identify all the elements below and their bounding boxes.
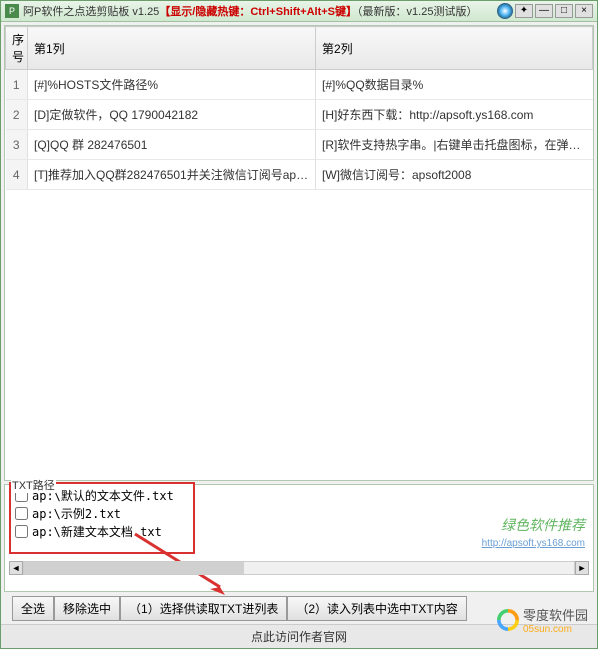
main-table[interactable]: 序号 第1列 第2列 1[#]%HOSTS文件路径%[#]%QQ数据目录%2[D… (5, 26, 593, 190)
txt-list-item[interactable]: ap:\新建文本文档.txt (15, 522, 189, 540)
app-icon: P (5, 4, 19, 18)
row-col1: [#]%HOSTS文件路径% (28, 70, 316, 100)
scroll-right-icon[interactable]: ► (575, 561, 589, 575)
promo-link[interactable]: http://apsoft.ys168.com (482, 538, 585, 549)
col-header-1[interactable]: 第1列 (28, 27, 316, 70)
qq-icon[interactable] (497, 3, 513, 19)
table-row[interactable]: 2[D]定做软件，QQ 1790042182[H]好东西下载：http://ap… (6, 100, 593, 130)
row-col1: [T]推荐加入QQ群282476501并关注微信订阅号apsoft2008 (28, 160, 316, 190)
row-idx: 3 (6, 130, 28, 160)
select-all-button[interactable]: 全选 (12, 596, 54, 621)
window-title: 阿P软件之点选剪贴板 v1.25【显示/隐藏热键：Ctrl+Shift+Alt+… (23, 3, 497, 19)
main-table-container: 序号 第1列 第2列 1[#]%HOSTS文件路径%[#]%QQ数据目录%2[D… (4, 25, 594, 481)
row-col2: [R]软件支持热字串。|右键单击托盘图标，在弹出菜单中点选 (316, 130, 593, 160)
minimize-button[interactable]: — (535, 4, 553, 18)
scroll-track[interactable] (23, 561, 575, 575)
promo-title: 绿色软件推荐 (482, 515, 585, 535)
txt-path-label: TXT路径 (11, 477, 56, 493)
row-col2: [W]微信订阅号：apsoft2008 (316, 160, 593, 190)
bottom-panel: TXT路径 ap:\默认的文本文件.txtap:\示例2.txtap:\新建文本… (4, 484, 594, 592)
watermark-logo-icon (497, 609, 519, 631)
row-idx: 2 (6, 100, 28, 130)
choose-txt-button[interactable]: （1）选择供读取TXT进列表 (120, 596, 287, 621)
table-row[interactable]: 1[#]%HOSTS文件路径%[#]%QQ数据目录% (6, 70, 593, 100)
row-idx: 4 (6, 160, 28, 190)
h-scrollbar[interactable]: ◄ ► (9, 561, 589, 575)
watermark-url: 05sun.com (523, 624, 588, 635)
watermark-text: 零度软件园 (523, 605, 588, 624)
star-button[interactable]: ✦ (515, 4, 533, 18)
row-idx: 1 (6, 70, 28, 100)
table-row[interactable]: 3[Q]QQ 群 282476501[R]软件支持热字串。|右键单击托盘图标，在… (6, 130, 593, 160)
table-row[interactable]: 4[T]推荐加入QQ群282476501并关注微信订阅号apsoft2008[W… (6, 160, 593, 190)
promo: 绿色软件推荐 http://apsoft.ys168.com (482, 515, 585, 549)
txt-path: ap:\示例2.txt (32, 505, 121, 522)
watermark: 零度软件园 05sun.com (497, 605, 588, 635)
scroll-left-icon[interactable]: ◄ (9, 561, 23, 575)
col-header-2[interactable]: 第2列 (316, 27, 593, 70)
col-header-idx[interactable]: 序号 (6, 27, 28, 70)
row-col1: [D]定做软件，QQ 1790042182 (28, 100, 316, 130)
row-col2: [H]好东西下载：http://apsoft.ys168.com (316, 100, 593, 130)
titlebar: P 阿P软件之点选剪贴板 v1.25【显示/隐藏热键：Ctrl+Shift+Al… (1, 1, 597, 22)
scroll-thumb[interactable] (24, 562, 244, 574)
maximize-button[interactable]: □ (555, 4, 573, 18)
txt-path: ap:\新建文本文档.txt (32, 523, 162, 540)
txt-list-item[interactable]: ap:\示例2.txt (15, 504, 189, 522)
txt-path-box: TXT路径 ap:\默认的文本文件.txtap:\示例2.txtap:\新建文本… (9, 482, 195, 554)
txt-checkbox[interactable] (15, 525, 28, 538)
row-col1: [Q]QQ 群 282476501 (28, 130, 316, 160)
remove-selected-button[interactable]: 移除选中 (54, 596, 120, 621)
close-button[interactable]: × (575, 4, 593, 18)
load-txt-button[interactable]: （2）读入列表中选中TXT内容 (287, 596, 466, 621)
row-col2: [#]%QQ数据目录% (316, 70, 593, 100)
txt-checkbox[interactable] (15, 507, 28, 520)
